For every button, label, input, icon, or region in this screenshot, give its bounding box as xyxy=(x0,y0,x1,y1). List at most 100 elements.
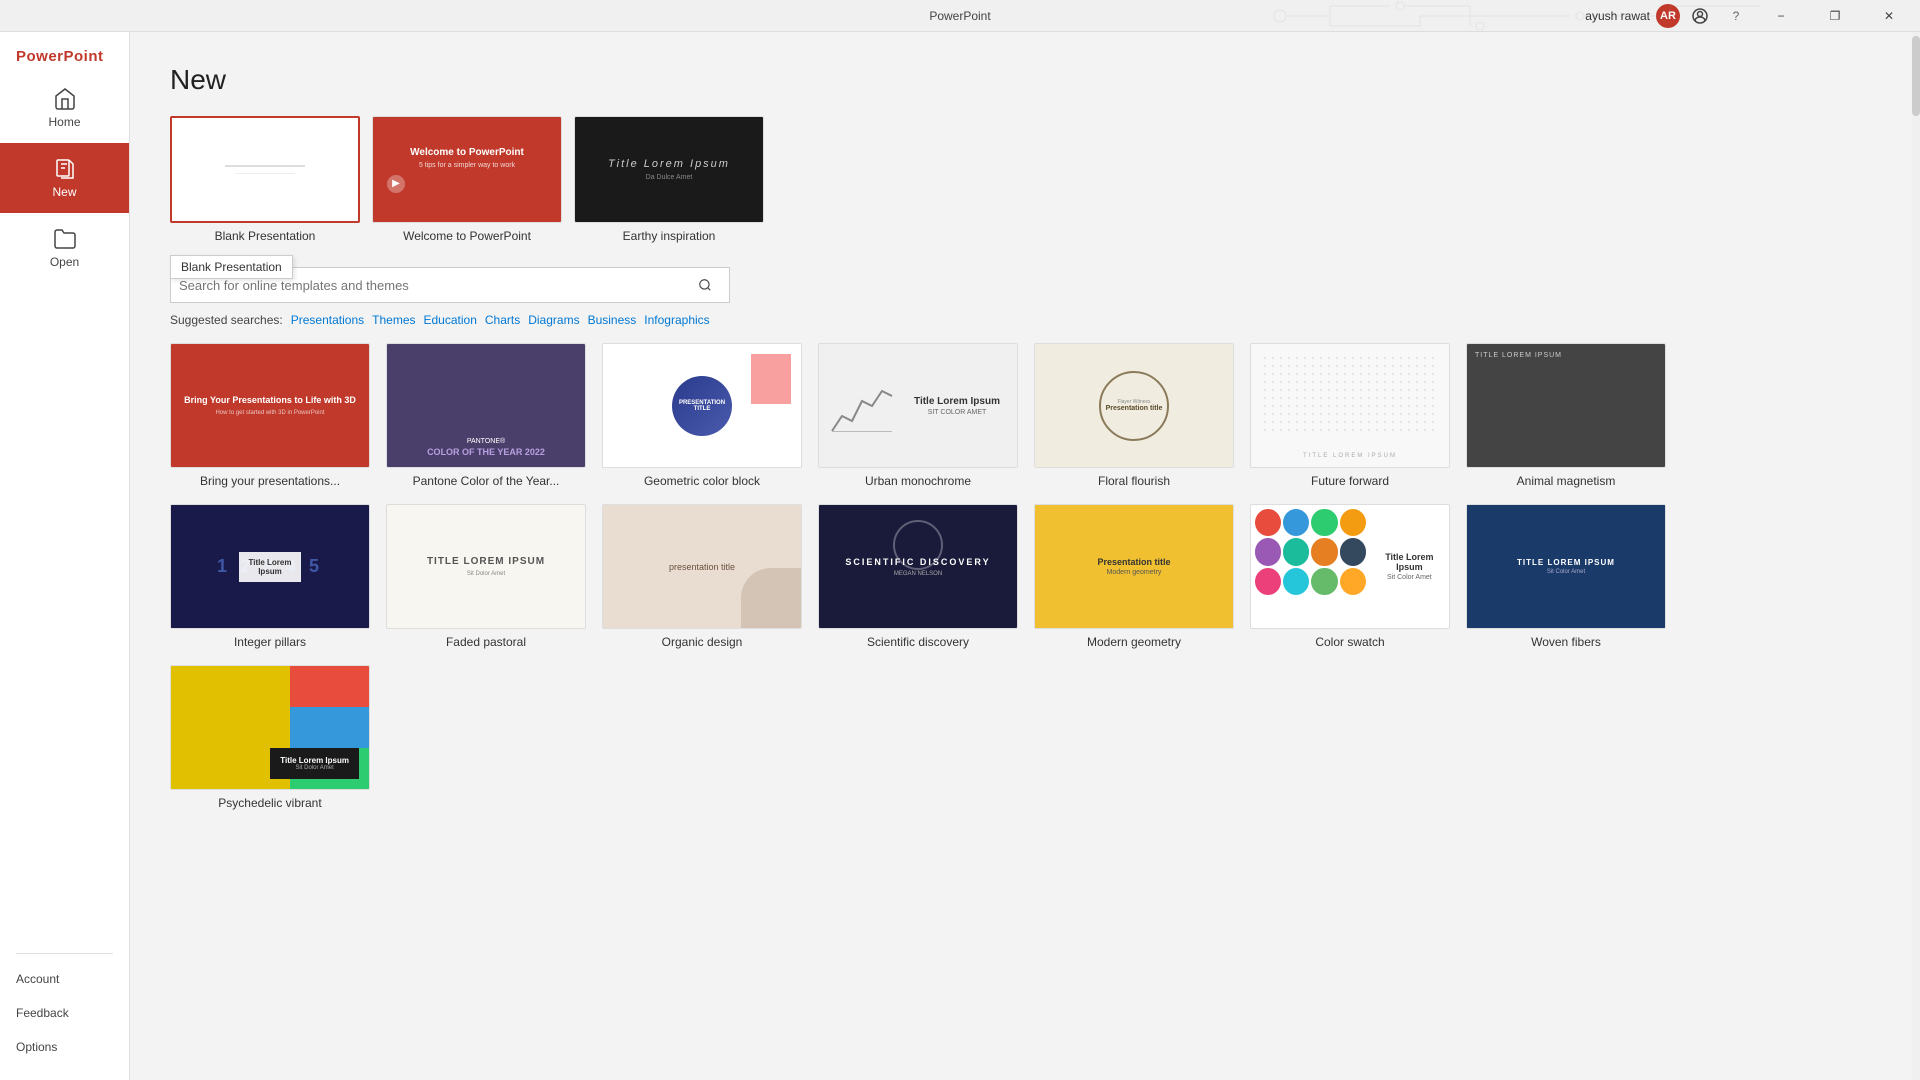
faded-title: TITLE LOREM IPSUM xyxy=(427,556,545,567)
animal-thumb[interactable]: TITLE LOREM IPSUM xyxy=(1466,343,1666,468)
modern-geo-thumb[interactable]: Presentation title Modern geometry xyxy=(1034,504,1234,629)
scientific-circle xyxy=(893,520,943,570)
featured-welcome[interactable]: Welcome to PowerPoint 5 tips for a simpl… xyxy=(372,116,562,243)
swatch-text: Title Lorem Ipsum Sit Color Amet xyxy=(1370,505,1449,628)
woven-inner: TITLE LOREM IPSUM Sit Color Amet xyxy=(1467,505,1665,628)
modern-geo-label: Modern geometry xyxy=(1034,635,1234,649)
suggest-diagrams[interactable]: Diagrams xyxy=(528,313,579,327)
blank-label: Blank Presentation xyxy=(170,229,360,243)
swatch-dot-5 xyxy=(1255,538,1281,565)
main-content: New Blank Presentation Blank Presentatio… xyxy=(130,32,1920,1080)
page-title: New xyxy=(170,64,1880,96)
suggest-charts[interactable]: Charts xyxy=(485,313,520,327)
psychedelic-thumb[interactable]: Title Lorem Ipsum Sit Dolor Amet xyxy=(170,665,370,790)
organic-blob xyxy=(741,568,801,628)
suggest-infographics[interactable]: Infographics xyxy=(644,313,709,327)
urban-text: Title Lorem Ipsum SIT COLOR AMET xyxy=(897,396,1009,416)
template-woven[interactable]: TITLE LOREM IPSUM Sit Color Amet Woven f… xyxy=(1466,504,1666,649)
template-geometric[interactable]: PRESENTATIONTITLE Geometric color block xyxy=(602,343,802,488)
sidebar-item-options[interactable]: Options xyxy=(0,1030,129,1064)
close-button[interactable]: ✕ xyxy=(1866,0,1912,32)
future-thumb[interactable]: TITLE LOREM IPSUM xyxy=(1250,343,1450,468)
floral-thumb[interactable]: Flayer Witness Presentation title xyxy=(1034,343,1234,468)
blank-line-2 xyxy=(235,173,295,174)
suggested-searches: Suggested searches: Presentations Themes… xyxy=(170,313,1880,327)
bring-subtitle: How to get started with 3D in PowerPoint xyxy=(183,410,357,416)
welcome-inner: Welcome to PowerPoint 5 tips for a simpl… xyxy=(373,117,561,222)
floral-label: Floral flourish xyxy=(1034,474,1234,488)
template-future[interactable]: TITLE LOREM IPSUM Future forward xyxy=(1250,343,1450,488)
template-integer[interactable]: 1 2 3 4 5 Title LoremIpsum Integer pilla… xyxy=(170,504,370,649)
bring-inner: Bring Your Presentations to Life with 3D… xyxy=(171,344,369,467)
faded-subtitle: Sit Dolor Amet xyxy=(467,571,505,577)
suggested-label: Suggested searches: xyxy=(170,313,283,327)
blank-thumb[interactable] xyxy=(170,116,360,223)
geometric-thumb[interactable]: PRESENTATIONTITLE xyxy=(602,343,802,468)
home-icon xyxy=(53,87,77,111)
template-floral[interactable]: Flayer Witness Presentation title Floral… xyxy=(1034,343,1234,488)
geo-pink-rect xyxy=(751,354,791,404)
scientific-thumb[interactable]: SCIENTIFIC DISCOVERY MEGAN NELSON xyxy=(818,504,1018,629)
urban-thumb[interactable]: Title Lorem Ipsum SIT COLOR AMET xyxy=(818,343,1018,468)
pantone-thumb[interactable]: PANTONE® COLOR OF THE YEAR 2022 xyxy=(386,343,586,468)
template-scientific[interactable]: SCIENTIFIC DISCOVERY MEGAN NELSON Scient… xyxy=(818,504,1018,649)
open-icon xyxy=(53,227,77,251)
blank-lines xyxy=(225,165,305,174)
template-pantone[interactable]: PANTONE® COLOR OF THE YEAR 2022 Pantone … xyxy=(386,343,586,488)
template-faded[interactable]: TITLE LOREM IPSUM Sit Dolor Amet Faded p… xyxy=(386,504,586,649)
integer-inner: 1 2 3 4 5 Title LoremIpsum xyxy=(171,505,369,628)
swatch-dot-9 xyxy=(1255,568,1281,595)
organic-thumb[interactable]: presentation title xyxy=(602,504,802,629)
welcome-thumb[interactable]: Welcome to PowerPoint 5 tips for a simpl… xyxy=(372,116,562,223)
bring-thumb[interactable]: Bring Your Presentations to Life with 3D… xyxy=(170,343,370,468)
sidebar-brand: PowerPoint xyxy=(0,32,129,73)
sidebar-item-home[interactable]: Home xyxy=(0,73,129,143)
swatch-dot-2 xyxy=(1283,509,1309,536)
faded-thumb[interactable]: TITLE LOREM IPSUM Sit Dolor Amet xyxy=(386,504,586,629)
sidebar-item-account[interactable]: Account xyxy=(0,962,129,996)
swatch-dot-4 xyxy=(1340,509,1366,536)
template-animal[interactable]: TITLE LOREM IPSUM Animal magnetism xyxy=(1466,343,1666,488)
earthy-thumb[interactable]: Title Lorem Ipsum Da Dulce Amet xyxy=(574,116,764,223)
template-urban[interactable]: Title Lorem Ipsum SIT COLOR AMET Urban m… xyxy=(818,343,1018,488)
suggest-education[interactable]: Education xyxy=(424,313,477,327)
earthy-subtitle: Da Dulce Amet xyxy=(646,174,693,181)
geo-text: PRESENTATIONTITLE xyxy=(679,400,725,412)
sidebar-item-new[interactable]: New xyxy=(0,143,129,213)
sidebar-item-feedback[interactable]: Feedback xyxy=(0,996,129,1030)
geometric-label: Geometric color block xyxy=(602,474,802,488)
color-swatch-thumb[interactable]: Title Lorem Ipsum Sit Color Amet xyxy=(1250,504,1450,629)
templates-grid: Bring Your Presentations to Life with 3D… xyxy=(170,343,1880,810)
geo-circle: PRESENTATIONTITLE xyxy=(672,376,732,436)
open-label: Open xyxy=(50,255,79,269)
search-section: Suggested searches: Presentations Themes… xyxy=(170,267,1880,327)
woven-subtitle: Sit Color Amet xyxy=(1547,569,1585,575)
template-organic[interactable]: presentation title Organic design xyxy=(602,504,802,649)
faded-label: Faded pastoral xyxy=(386,635,586,649)
scrollbar-track[interactable] xyxy=(1912,32,1920,1080)
template-color-swatch[interactable]: Title Lorem Ipsum Sit Color Amet Color s… xyxy=(1250,504,1450,649)
integer-thumb[interactable]: 1 2 3 4 5 Title LoremIpsum xyxy=(170,504,370,629)
featured-blank[interactable]: Blank Presentation Blank Presentation xyxy=(170,116,360,243)
featured-earthy[interactable]: Title Lorem Ipsum Da Dulce Amet Earthy i… xyxy=(574,116,764,243)
floral-text-2: Presentation title xyxy=(1106,405,1163,412)
template-bring[interactable]: Bring Your Presentations to Life with 3D… xyxy=(170,343,370,488)
template-psychedelic[interactable]: Title Lorem Ipsum Sit Dolor Amet Psyched… xyxy=(170,665,370,810)
suggest-presentations[interactable]: Presentations xyxy=(291,313,364,327)
search-button[interactable] xyxy=(689,269,721,301)
scrollbar-thumb[interactable] xyxy=(1912,36,1920,116)
template-modern-geo[interactable]: Presentation title Modern geometry Moder… xyxy=(1034,504,1234,649)
suggest-themes[interactable]: Themes xyxy=(372,313,415,327)
woven-title: TITLE LOREM IPSUM xyxy=(1517,558,1615,567)
earthy-label: Earthy inspiration xyxy=(574,229,764,243)
swatch-dot-6 xyxy=(1283,538,1309,565)
search-input[interactable] xyxy=(179,278,689,293)
swatch-dot-11 xyxy=(1311,568,1337,595)
swatch-title: Title Lorem Ipsum xyxy=(1378,552,1441,572)
suggest-business[interactable]: Business xyxy=(588,313,637,327)
sidebar-item-open[interactable]: Open xyxy=(0,213,129,283)
psychedelic-label: Psychedelic vibrant xyxy=(170,796,370,810)
restore-button[interactable]: ❐ xyxy=(1812,0,1858,32)
modern-geo-inner: Presentation title Modern geometry xyxy=(1035,505,1233,628)
woven-thumb[interactable]: TITLE LOREM IPSUM Sit Color Amet xyxy=(1466,504,1666,629)
